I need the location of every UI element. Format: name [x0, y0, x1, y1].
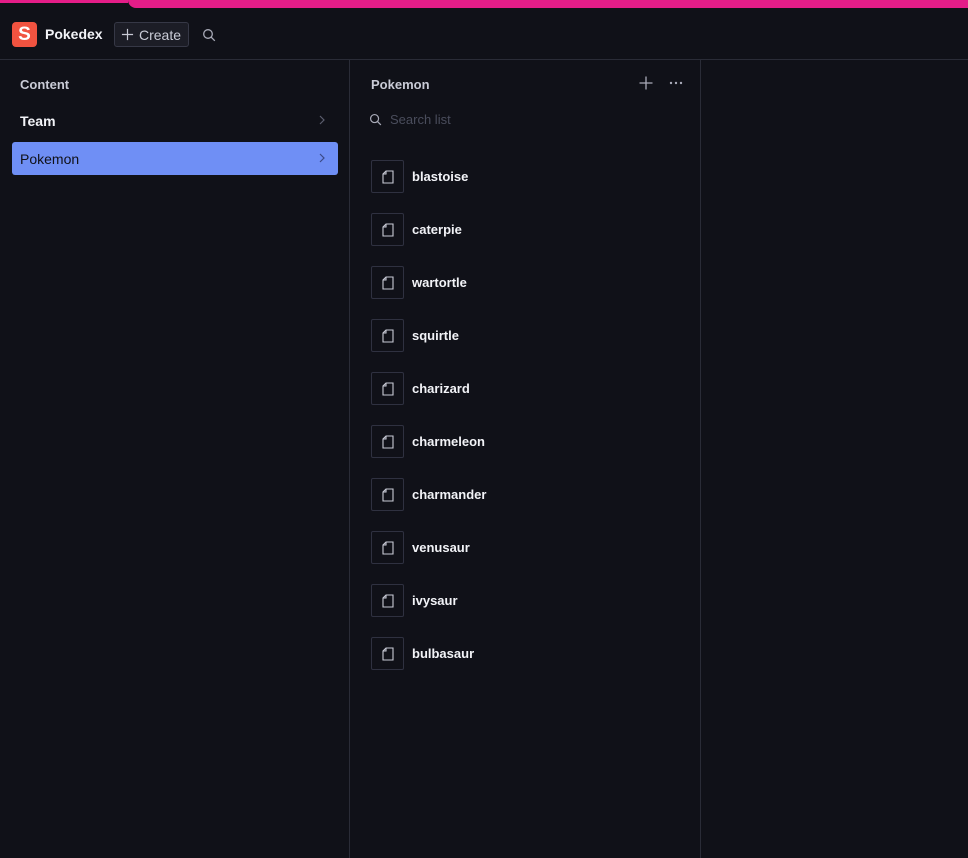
list-item[interactable]: charizard [371, 362, 681, 415]
content-item-pokemon[interactable]: Pokemon [12, 142, 338, 175]
search-icon[interactable] [202, 28, 216, 42]
top-strip-accent-left [0, 0, 128, 3]
document-icon [371, 266, 404, 299]
top-strip [0, 0, 968, 9]
list-item-label: ivysaur [412, 593, 458, 608]
list-item-label: charmeleon [412, 434, 485, 449]
document-icon [371, 319, 404, 352]
list-item[interactable]: blastoise [371, 150, 681, 203]
top-strip-accent [128, 0, 968, 8]
document-icon [371, 478, 404, 511]
content-pane-title: Content [20, 77, 70, 92]
chevron-right-icon [319, 153, 325, 163]
list-item-label: charizard [412, 381, 470, 396]
navbar: S Pokedex Create [0, 9, 968, 60]
chevron-right-icon [319, 115, 325, 125]
list-item-label: squirtle [412, 328, 459, 343]
list-pane-title: Pokemon [371, 77, 430, 92]
plus-icon [121, 28, 134, 41]
list-item-label: wartortle [412, 275, 467, 290]
list-item[interactable]: venusaur [371, 521, 681, 574]
content-item-team[interactable]: Team [12, 104, 338, 137]
list-item[interactable]: charmeleon [371, 415, 681, 468]
list-pane-actions [638, 75, 684, 91]
document-icon [371, 531, 404, 564]
list-item[interactable]: squirtle [371, 309, 681, 362]
list-item-label: venusaur [412, 540, 470, 555]
document-icon [371, 425, 404, 458]
app-title[interactable]: Pokedex [45, 26, 103, 42]
content-pane: Content Team Pokemon [0, 60, 350, 858]
content-item-label: Pokemon [20, 150, 80, 167]
list-item-label: bulbasaur [412, 646, 475, 661]
pokemon-list-pane: Pokemon blastoise caterpie [351, 60, 701, 858]
document-icon [371, 160, 404, 193]
document-icon [371, 584, 404, 617]
app-logo[interactable]: S [12, 22, 37, 47]
list-item-label: charmander [412, 487, 487, 502]
list-item[interactable]: ivysaur [371, 574, 681, 627]
document-icon [371, 637, 404, 670]
plus-icon[interactable] [638, 75, 654, 91]
document-icon [371, 372, 404, 405]
list-item-label: blastoise [412, 169, 469, 184]
list-item[interactable]: bulbasaur [371, 627, 681, 680]
document-icon [371, 213, 404, 246]
list-item-label: caterpie [412, 222, 462, 237]
document-pane-empty [702, 60, 968, 858]
content-item-label: Team [20, 112, 56, 129]
create-button[interactable]: Create [114, 22, 189, 47]
list-item[interactable]: wartortle [371, 256, 681, 309]
search-list-input[interactable] [390, 111, 670, 127]
create-button-label: Create [139, 26, 182, 43]
list-item[interactable]: caterpie [371, 203, 681, 256]
list-search [369, 109, 679, 129]
list-item[interactable]: charmander [371, 468, 681, 521]
ellipsis-icon[interactable] [668, 75, 684, 91]
search-icon [369, 113, 382, 125]
